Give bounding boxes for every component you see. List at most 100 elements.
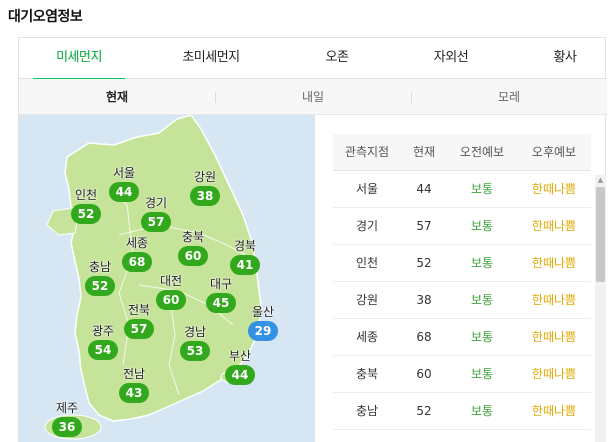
am-forecast: 보통 [447,318,517,356]
region-value-badge: 44 [109,182,139,202]
region-name: 전남 [122,367,146,381]
current-value: 52 [401,392,447,430]
region-gyeongbuk[interactable]: 경북 41 [230,239,260,275]
region-value-badge: 38 [190,186,220,206]
table-scrollbar[interactable]: ▲ [595,175,606,442]
station-name: 경기 [333,207,401,245]
region-jeonbuk[interactable]: 전북 57 [124,303,154,339]
region-name: 전북 [127,303,151,317]
pm-forecast: 한때나쁨 [517,392,591,430]
station-table-area: 관측지점 현재 오전예보 오후예보 서울 44 보통 한때나쁨 경기 57 보통… [333,134,606,442]
column-header-am-forecast: 오전예보 [447,134,517,171]
region-name: 세종 [125,236,149,250]
region-value-badge: 44 [225,365,255,385]
korea-map: 서울 44 강원 38 인천 52 경기 57 세종 68 충북 60 경북 4… [19,115,315,442]
region-value-badge: 54 [88,340,118,360]
tab-fine-dust[interactable]: 미세먼지 [33,38,125,80]
region-name: 강원 [193,170,217,184]
region-daegu[interactable]: 대구 45 [206,277,236,313]
region-jeju[interactable]: 제주 36 [52,401,82,437]
region-value-badge: 41 [230,255,260,275]
station-name: 충북 [333,355,401,393]
region-gyeongnam[interactable]: 경남 53 [180,325,210,361]
pm-forecast: 한때나쁨 [517,355,591,393]
table-row: 서울 44 보통 한때나쁨 [333,170,591,208]
day-tabs: 현재 내일 모레 [19,79,607,115]
station-name: 세종 [333,318,401,356]
region-chungbuk[interactable]: 충북 60 [178,230,208,266]
region-gyeonggi[interactable]: 경기 57 [141,196,171,232]
region-gwangju[interactable]: 광주 54 [88,324,118,360]
table-row: 세종 68 보통 한때나쁨 [333,318,591,356]
current-value: 38 [401,281,447,319]
tab-ultrafine-dust[interactable]: 초미세먼지 [159,38,263,79]
current-value: 57 [401,207,447,245]
region-value-badge: 60 [156,290,186,310]
am-forecast: 보통 [447,392,517,430]
table-row: 충남 52 보통 한때나쁨 [333,392,591,430]
air-quality-panel: 미세먼지 초미세먼지 오존 자외선 황사 현재 내일 모레 서울 44 강원 3… [18,37,607,442]
table-header-row: 관측지점 현재 오전예보 오후예보 [333,134,591,171]
region-daejeon[interactable]: 대전 60 [156,274,186,310]
am-forecast: 보통 [447,355,517,393]
region-name: 인천 [74,188,98,202]
region-name: 충남 [88,260,112,274]
region-seoul[interactable]: 서울 44 [109,166,139,202]
region-value-badge: 52 [71,204,101,224]
scroll-thumb[interactable] [596,187,605,282]
am-forecast: 보통 [447,207,517,245]
table-row: 강원 38 보통 한때나쁨 [333,281,591,319]
tab-uv[interactable]: 자외선 [411,38,491,79]
region-busan[interactable]: 부산 44 [225,349,255,385]
region-name: 부산 [228,349,252,363]
tab-today[interactable]: 현재 [19,79,215,115]
region-gangwon[interactable]: 강원 38 [190,170,220,206]
region-value-badge: 29 [248,321,278,341]
table-row: 충북 60 보통 한때나쁨 [333,355,591,393]
region-value-badge: 45 [206,293,236,313]
station-name: 서울 [333,170,401,208]
current-value: 44 [401,170,447,208]
region-incheon[interactable]: 인천 52 [71,188,101,224]
tab-yellow-dust[interactable]: 황사 [531,38,599,79]
pollutant-tabs: 미세먼지 초미세먼지 오존 자외선 황사 [19,38,607,80]
station-table: 관측지점 현재 오전예보 오후예보 서울 44 보통 한때나쁨 경기 57 보통… [333,134,591,430]
current-value: 60 [401,355,447,393]
tab-tomorrow[interactable]: 내일 [215,79,411,115]
region-value-badge: 52 [85,276,115,296]
region-name: 경기 [144,196,168,210]
region-value-badge: 60 [178,246,208,266]
region-name: 서울 [112,166,136,180]
region-name: 제주 [55,401,79,415]
region-name: 광주 [91,324,115,338]
region-value-badge: 68 [122,252,152,272]
current-value: 52 [401,244,447,282]
column-header-current: 현재 [401,134,447,171]
region-name: 울산 [251,305,275,319]
region-ulsan[interactable]: 울산 29 [248,305,278,341]
scroll-up-arrow-icon[interactable]: ▲ [595,175,606,186]
page-title: 대기오염정보 [8,9,83,25]
am-forecast: 보통 [447,281,517,319]
region-value-badge: 57 [141,212,171,232]
region-chungnam[interactable]: 충남 52 [85,260,115,296]
region-value-badge: 57 [124,319,154,339]
region-name: 경남 [183,325,207,339]
am-forecast: 보통 [447,170,517,208]
station-name: 충남 [333,392,401,430]
region-name: 대전 [159,274,183,288]
region-value-badge: 36 [52,417,82,437]
region-sejong[interactable]: 세종 68 [122,236,152,272]
pm-forecast: 한때나쁨 [517,318,591,356]
tab-ozone[interactable]: 오존 [303,38,371,79]
table-row: 인천 52 보통 한때나쁨 [333,244,591,282]
region-value-badge: 53 [180,341,210,361]
pm-forecast: 한때나쁨 [517,244,591,282]
pm-forecast: 한때나쁨 [517,207,591,245]
region-jeonnam[interactable]: 전남 43 [119,367,149,403]
pm-forecast: 한때나쁨 [517,281,591,319]
column-header-station: 관측지점 [333,134,401,171]
station-name: 인천 [333,244,401,282]
tab-day-after-tomorrow[interactable]: 모레 [411,79,607,115]
am-forecast: 보통 [447,244,517,282]
